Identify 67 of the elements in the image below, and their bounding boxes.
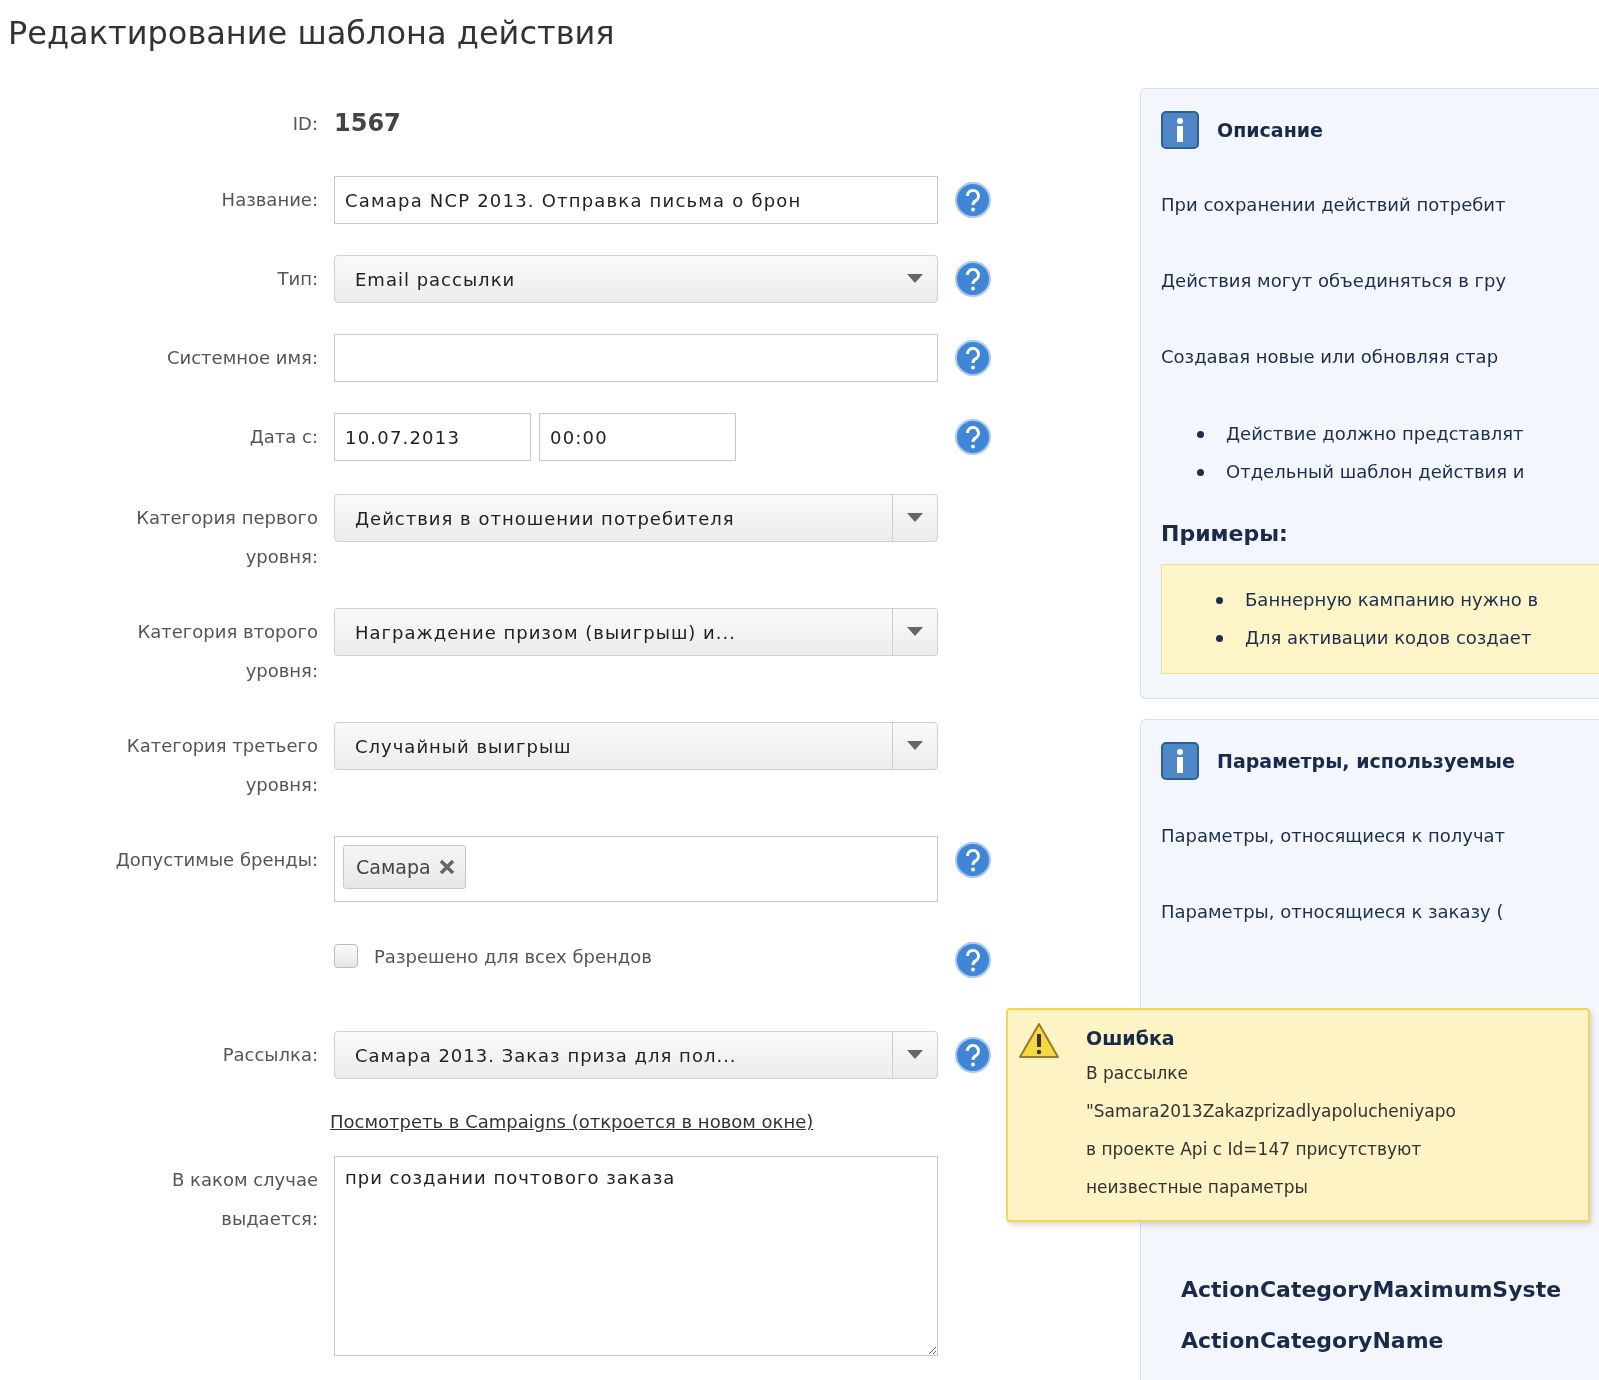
tag-chip[interactable]: Самара <box>343 845 466 889</box>
error-message-line: В рассылке <box>1086 1062 1189 1085</box>
example-item: Баннерную кампанию нужно в <box>1245 588 1539 612</box>
bullet-icon <box>1216 634 1223 642</box>
panel-text: Действия могут объединяться в гру <box>1161 269 1508 293</box>
panel-text: Параметры, относящиеся к заказу ( <box>1161 900 1505 924</box>
panel-text: Параметры, относящиеся к получат <box>1161 824 1507 848</box>
info-icon <box>1161 111 1199 149</box>
date-field[interactable]: 10.07.2013 <box>334 413 531 461</box>
id-value: 1567 <box>334 109 401 137</box>
textarea-field[interactable]: при создании почтового заказа <box>334 1156 938 1356</box>
field-label: Рассылка: <box>222 1043 318 1067</box>
campaign-link[interactable]: Посмотреть в Campaigns (откроется в новом окне) <box>330 1111 814 1132</box>
text-field[interactable] <box>334 334 938 382</box>
panel-title: Параметры, используемые <box>1217 750 1515 772</box>
examples-title: Примеры: <box>1161 521 1289 546</box>
field-label: Системное имя: <box>166 346 318 370</box>
error-message-line: неизвестные параметры <box>1086 1176 1309 1199</box>
warning-icon <box>1018 1022 1060 1060</box>
bullet-icon <box>1197 468 1204 476</box>
example-item: Для активации кодов создает <box>1245 626 1532 650</box>
bullet-item: Действие должно представлят <box>1226 422 1524 446</box>
info-icon <box>1161 742 1199 780</box>
select-field[interactable]: Email рассылки <box>334 255 938 303</box>
tags-field[interactable]: Самара <box>334 836 938 902</box>
bullet-icon <box>1197 430 1204 438</box>
panel-text: Создавая новые или обновляя стар <box>1161 345 1500 369</box>
caret-icon <box>907 627 923 637</box>
panel-title: Описание <box>1217 119 1323 141</box>
field-label: ID: <box>292 112 318 136</box>
page-title: Редактирование шаблона действия <box>7 13 616 54</box>
help-icon[interactable] <box>954 1036 992 1074</box>
field-label: Тип: <box>277 267 318 291</box>
help-icon[interactable] <box>954 339 992 377</box>
checkbox[interactable] <box>334 944 358 968</box>
bullet-item: Отдельный шаблон действия и <box>1226 460 1525 484</box>
remove-icon[interactable] <box>438 859 455 875</box>
caret-icon <box>907 274 923 284</box>
bullet-icon <box>1216 596 1223 604</box>
field-label: Название: <box>221 188 318 212</box>
field-label: Дата с: <box>249 425 318 449</box>
select-field[interactable]: Самара 2013. Заказ приза для пол... <box>334 1031 938 1079</box>
caret-icon <box>907 1050 923 1060</box>
field-label: В каком случае выдается: <box>171 1168 318 1231</box>
caret-icon <box>907 741 923 751</box>
text-field[interactable]: Самара NCP 2013. Отправка письма о брон <box>334 176 938 224</box>
select-field[interactable]: Случайный выигрыш <box>334 722 938 770</box>
caret-icon <box>907 513 923 523</box>
select-field[interactable]: Действия в отношении потребителя <box>334 494 938 542</box>
field-label: Категория первого уровня: <box>135 506 318 569</box>
parameter-name: ActionCategoryMaximumSyste <box>1181 1277 1563 1302</box>
field-label: Категория третьего уровня: <box>125 734 318 797</box>
help-icon[interactable] <box>954 260 992 298</box>
field-label: Категория второго уровня: <box>136 620 318 683</box>
checkbox-label: Разрешено для всех брендов <box>374 945 652 967</box>
help-icon[interactable] <box>954 941 992 979</box>
help-icon[interactable] <box>954 181 992 219</box>
help-icon[interactable] <box>954 841 992 879</box>
help-icon[interactable] <box>954 418 992 456</box>
time-field[interactable]: 00:00 <box>539 413 736 461</box>
panel-text: При сохранении действий потребит <box>1161 193 1507 217</box>
error-message-line: в проекте Api с Id=147 присутствуют <box>1086 1138 1423 1161</box>
parameter-name: ActionCategoryName <box>1181 1328 1445 1353</box>
error-message-line: "Samara2013Zakazprizadlyapolucheniyapo <box>1086 1100 1456 1123</box>
select-field[interactable]: Награждение призом (выигрыш) и... <box>334 608 938 656</box>
field-label: Допустимые бренды: <box>115 848 318 872</box>
tooltip-title: Ошибка <box>1086 1026 1176 1051</box>
